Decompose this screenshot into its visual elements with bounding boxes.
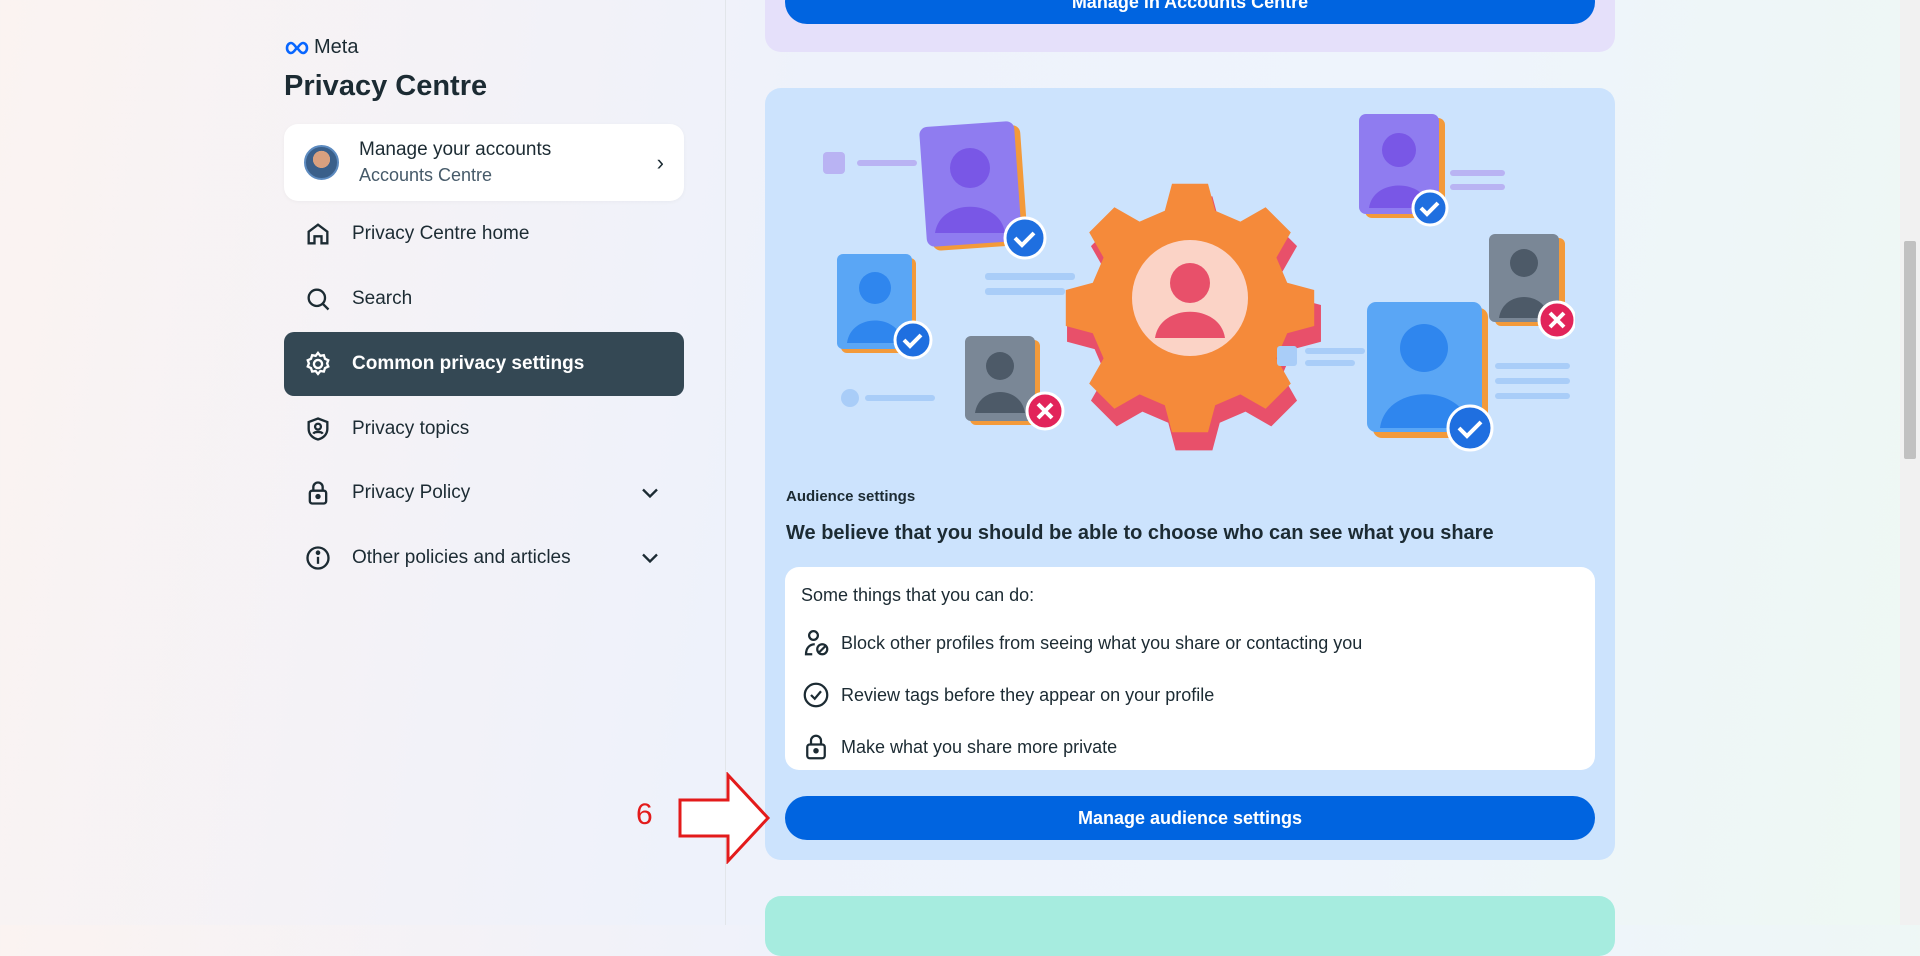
sidebar-item-label: Privacy topics — [352, 418, 470, 439]
manage-accounts-card[interactable]: Manage your accounts Accounts Centre › — [284, 124, 684, 201]
section-heading: We believe that you should be able to ch… — [786, 522, 1494, 544]
check-circle-icon — [803, 682, 829, 708]
sidebar-item-privacy-topics[interactable]: Privacy topics — [284, 397, 684, 461]
account-title: Manage your accounts — [359, 139, 552, 160]
info-icon — [306, 546, 330, 570]
sidebar-item-other-policies[interactable]: Other policies and articles — [284, 526, 684, 590]
accounts-centre-card: Manage in Accounts Centre — [765, 0, 1615, 52]
scrollbar[interactable] — [1900, 0, 1920, 925]
gear-icon — [306, 351, 330, 376]
list-item-text: Review tags before they appear on your p… — [841, 684, 1215, 705]
chevron-right-icon: › — [656, 149, 664, 175]
arrow-right-icon — [678, 772, 771, 864]
things-you-can-do-box: Some things that you can do: Block other… — [785, 567, 1595, 770]
block-person-icon — [804, 630, 829, 656]
lock-icon — [308, 481, 328, 505]
sidebar-item-label: Privacy Policy — [352, 482, 471, 503]
sidebar-item-search[interactable]: Search — [284, 267, 684, 331]
audience-illustration — [823, 114, 1575, 452]
sidebar-item-label: Privacy Centre home — [352, 223, 530, 244]
audience-settings-card: Audience settings We believe that you sh… — [765, 88, 1615, 860]
account-subtitle: Accounts Centre — [359, 165, 493, 185]
scrollbar-thumb[interactable] — [1904, 241, 1916, 459]
manage-audience-settings-button[interactable]: Manage audience settings — [785, 796, 1595, 840]
list-item: Make what you share more private — [801, 732, 1579, 762]
search-icon — [307, 288, 330, 311]
page-title: Privacy Centre — [284, 70, 488, 102]
chevron-down-icon — [642, 488, 658, 499]
sidebar-item-label: Common privacy settings — [352, 353, 585, 374]
brand-name: Meta — [314, 36, 359, 58]
shield-icon — [307, 417, 329, 441]
intro-text: Some things that you can do: — [801, 585, 1035, 605]
manage-in-accounts-centre-button[interactable]: Manage in Accounts Centre — [785, 0, 1595, 24]
list-item: Review tags before they appear on your p… — [801, 680, 1579, 710]
next-card — [765, 896, 1615, 956]
sidebar-item-home[interactable]: Privacy Centre home — [284, 202, 684, 266]
sidebar-item-common-privacy-settings[interactable]: Common privacy settings — [284, 332, 684, 396]
section-label: Audience settings — [786, 488, 916, 505]
step-number: 6 — [636, 798, 653, 831]
meta-logo[interactable]: Meta — [284, 36, 358, 59]
list-item-text: Make what you share more private — [841, 736, 1118, 757]
meta-infinity-icon — [285, 41, 309, 54]
sidebar-item-label: Other policies and articles — [352, 547, 571, 568]
sidebar-item-label: Search — [352, 288, 413, 309]
sidebar-item-privacy-policy[interactable]: Privacy Policy — [284, 461, 684, 525]
list-item-text: Block other profiles from seeing what yo… — [841, 632, 1363, 653]
chevron-down-icon — [642, 553, 658, 564]
home-icon — [307, 223, 329, 245]
lock-icon — [806, 734, 826, 760]
avatar — [304, 145, 339, 180]
list-item: Block other profiles from seeing what yo… — [801, 628, 1579, 658]
